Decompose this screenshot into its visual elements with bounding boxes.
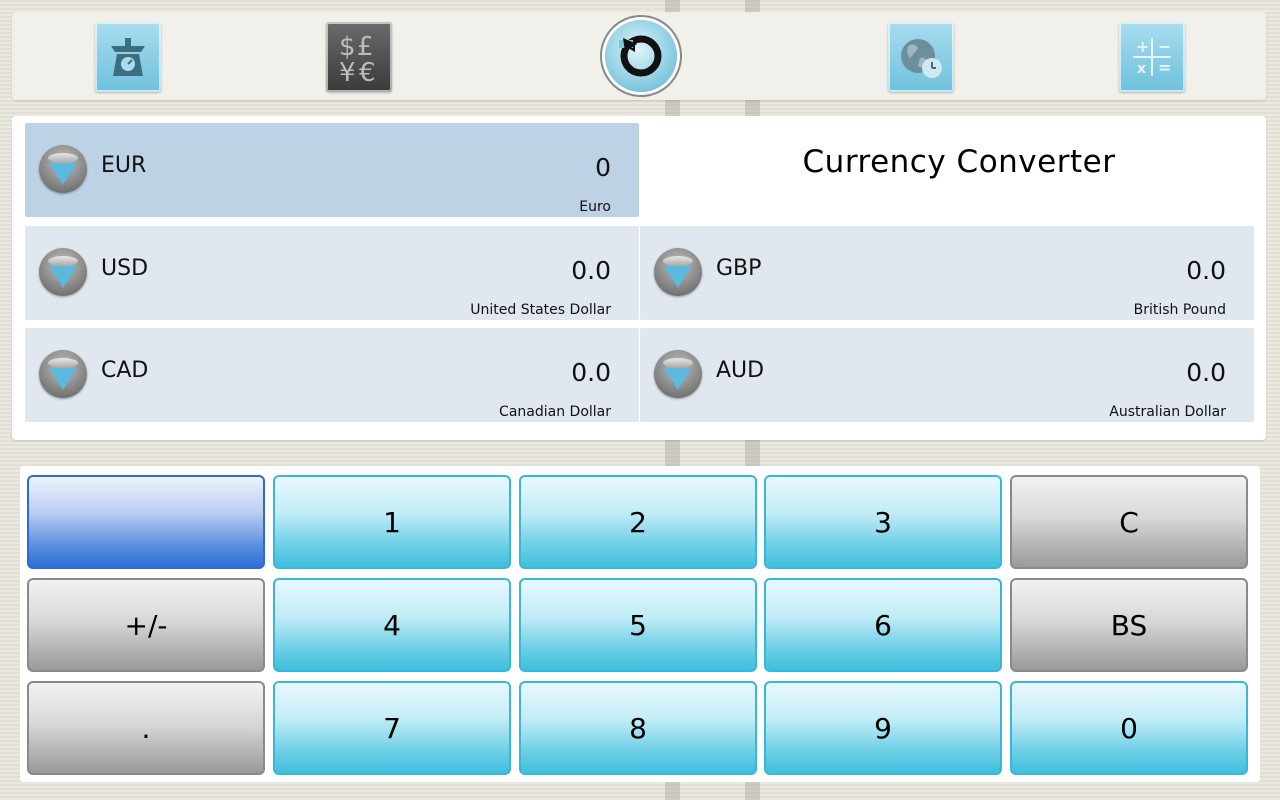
dropdown-arrow-icon[interactable] <box>39 145 87 193</box>
currency-row-aud[interactable]: AUD 0.0 Australian Dollar <box>640 328 1254 422</box>
svg-text:+: + <box>1136 37 1149 56</box>
currency-value: 0.0 <box>571 358 611 387</box>
dropdown-arrow-icon[interactable] <box>39 248 87 296</box>
currency-name: Canadian Dollar <box>499 404 611 420</box>
decimal-key[interactable]: . <box>27 681 265 775</box>
currency-row-gbp[interactable]: GBP 0.0 British Pound <box>640 226 1254 320</box>
toolbar: $ £ ¥ € + − x = <box>12 12 1266 100</box>
key-8[interactable]: 8 <box>519 681 757 775</box>
key-6[interactable]: 6 <box>764 578 1002 672</box>
key-4[interactable]: 4 <box>273 578 511 672</box>
key-9[interactable]: 9 <box>764 681 1002 775</box>
key-0[interactable]: 0 <box>1010 681 1248 775</box>
currency-code: CAD <box>101 358 149 383</box>
currency-value: 0.0 <box>1186 256 1226 285</box>
currency-code: GBP <box>716 256 762 281</box>
key-1[interactable]: 1 <box>273 475 511 569</box>
calculator-icon[interactable]: + − x = <box>1119 22 1185 92</box>
svg-text:−: − <box>1158 37 1171 56</box>
refresh-icon[interactable] <box>605 20 677 92</box>
svg-text:€: € <box>359 58 376 87</box>
currency-name: Australian Dollar <box>1109 404 1226 420</box>
currency-row-cad[interactable]: CAD 0.0 Canadian Dollar <box>25 328 639 422</box>
world-clock-icon[interactable] <box>888 22 954 92</box>
svg-text:¥: ¥ <box>339 58 356 87</box>
currency-code: EUR <box>101 153 147 178</box>
currency-code: AUD <box>716 358 765 383</box>
key-3[interactable]: 3 <box>764 475 1002 569</box>
currency-row-usd[interactable]: USD 0.0 United States Dollar <box>25 226 639 320</box>
scale-icon[interactable] <box>95 22 161 92</box>
page-title: Currency Converter <box>802 144 1116 180</box>
currency-name: United States Dollar <box>470 302 611 318</box>
clear-key[interactable]: C <box>1010 475 1248 569</box>
backspace-key[interactable]: BS <box>1010 578 1248 672</box>
keypad: 1 2 3 C +/- 4 5 6 BS . 7 8 9 0 <box>20 466 1260 782</box>
dropdown-arrow-icon[interactable] <box>654 350 702 398</box>
blank-key[interactable] <box>27 475 265 569</box>
currency-name: Euro <box>579 199 611 215</box>
currency-value: 0 <box>595 153 611 182</box>
currency-name: British Pound <box>1133 302 1226 318</box>
key-5[interactable]: 5 <box>519 578 757 672</box>
dropdown-arrow-icon[interactable] <box>39 350 87 398</box>
currency-value: 0.0 <box>1186 358 1226 387</box>
svg-text:=: = <box>1158 58 1171 77</box>
currency-row-base[interactable]: EUR 0 Euro <box>25 123 639 217</box>
key-2[interactable]: 2 <box>519 475 757 569</box>
currency-value: 0.0 <box>571 256 611 285</box>
key-7[interactable]: 7 <box>273 681 511 775</box>
sign-key[interactable]: +/- <box>27 578 265 672</box>
converter-panel: EUR 0 Euro Currency Converter USD 0.0 Un… <box>12 116 1266 440</box>
svg-text:x: x <box>1137 61 1146 77</box>
currency-code: USD <box>101 256 149 281</box>
dropdown-arrow-icon[interactable] <box>654 248 702 296</box>
currency-symbols-icon[interactable]: $ £ ¥ € <box>326 22 392 92</box>
